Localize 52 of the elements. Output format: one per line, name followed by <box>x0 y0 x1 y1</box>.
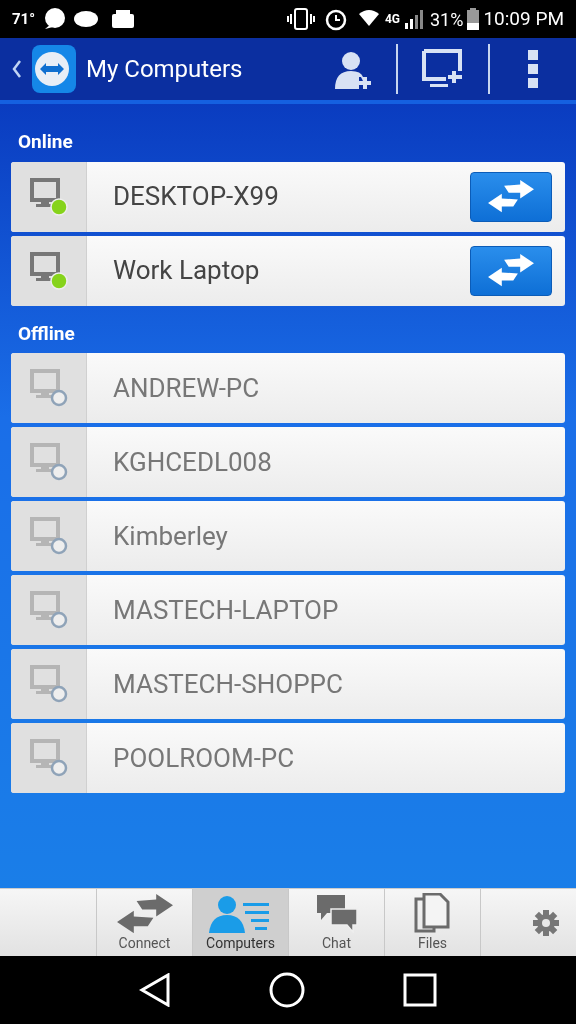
more-icon <box>528 50 538 88</box>
chat-icon <box>314 893 359 933</box>
clock: 10:09 PM <box>483 5 564 32</box>
arrows-icon <box>488 180 534 213</box>
speech-bubble-icon <box>43 7 66 31</box>
back-nav-button[interactable] <box>139 973 171 1007</box>
network-type: 4G <box>384 11 400 28</box>
section-header: Online <box>17 129 74 155</box>
settings-button[interactable] <box>532 908 560 937</box>
computer-row[interactable]: DESKTOP-X99 <box>11 161 565 232</box>
connect-button[interactable] <box>470 245 552 296</box>
battery-icon <box>467 8 480 30</box>
recents-icon <box>403 973 437 1007</box>
vibrate-icon <box>286 8 315 30</box>
computer-name: Work Laptop <box>113 254 261 287</box>
computer-name: KGHCEDL008 <box>113 445 273 479</box>
computer-name: ANDREW-PC <box>113 371 261 405</box>
computer-row[interactable]: ANDREW-PC <box>11 353 565 423</box>
message-icon <box>73 10 100 28</box>
settings-icon <box>532 908 560 937</box>
recents-button[interactable] <box>403 973 437 1007</box>
computer-row[interactable]: POOLROOM-PC <box>11 723 565 793</box>
computer-row[interactable]: Kimberley <box>11 501 565 571</box>
battery-level: 31% <box>429 7 464 32</box>
computer-name: Kimberley <box>113 519 229 553</box>
computer-name: MASTECH-LAPTOP <box>113 593 340 627</box>
tab[interactable]: Files <box>385 889 481 956</box>
tab[interactable]: Connect <box>97 889 193 956</box>
back-nav-icon <box>139 973 171 1007</box>
computer-row[interactable]: MASTECH-SHOPPC <box>11 649 565 719</box>
back-icon <box>12 59 22 79</box>
signal-icon <box>403 9 426 29</box>
tab[interactable]: Chat <box>289 889 385 956</box>
computer-name: MASTECH-SHOPPC <box>113 667 344 701</box>
briefcase-icon <box>111 9 136 29</box>
temperature: 71° <box>12 8 36 30</box>
computer-name: DESKTOP-X99 <box>113 180 280 213</box>
computer-row[interactable]: MASTECH-LAPTOP <box>11 575 565 645</box>
files-icon <box>413 893 452 933</box>
connect-button[interactable] <box>470 171 552 222</box>
arrows-icon <box>116 893 173 933</box>
section-header: Offline <box>17 320 76 347</box>
screen-title: My Computers <box>86 54 243 85</box>
tab[interactable]: Computers <box>193 889 289 956</box>
computer-row[interactable]: KGHCEDL008 <box>11 427 565 497</box>
home-button[interactable] <box>269 972 305 1008</box>
arrows-icon <box>488 254 534 287</box>
app-logo <box>30 43 78 95</box>
home-icon <box>269 972 305 1008</box>
computer-row[interactable]: Work Laptop <box>11 235 565 306</box>
add-computer-icon <box>422 49 464 89</box>
computer-name: POOLROOM-PC <box>113 741 296 775</box>
